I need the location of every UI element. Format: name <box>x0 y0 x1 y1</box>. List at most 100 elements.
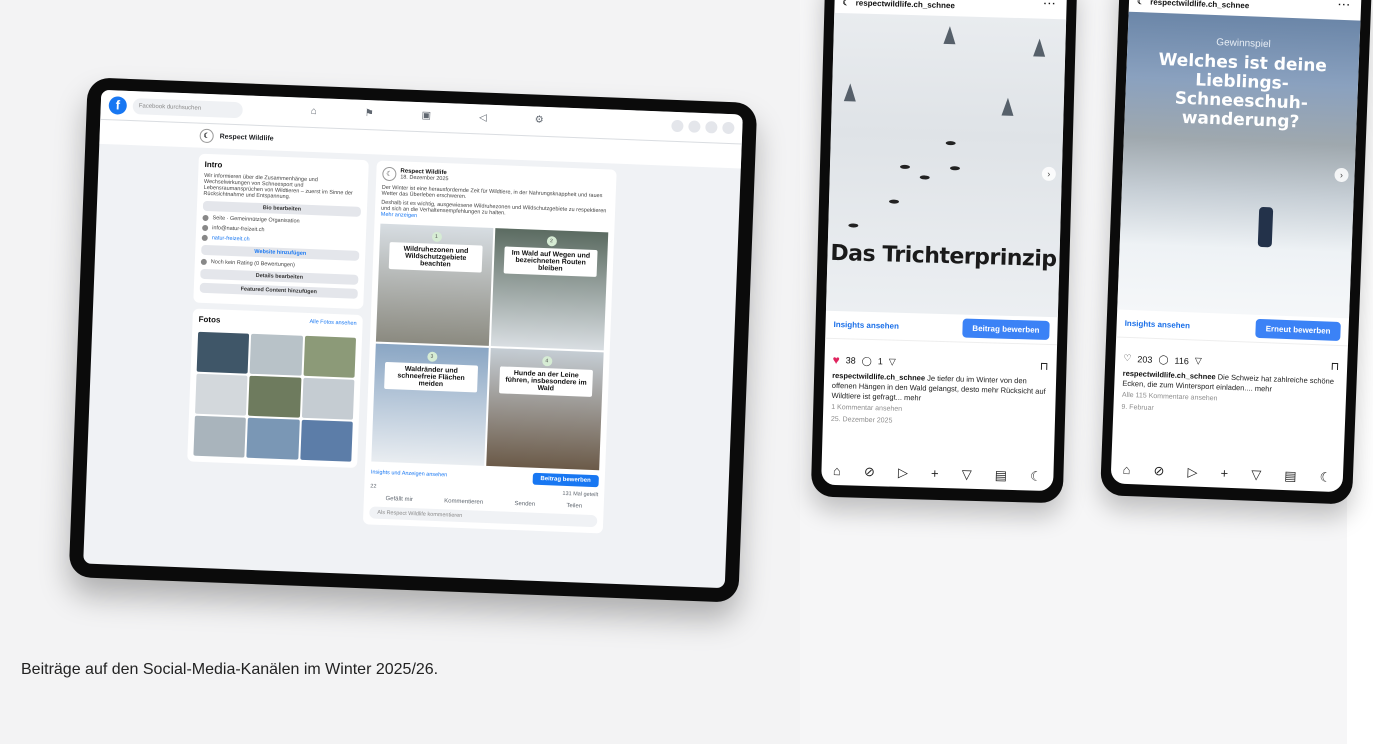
more-icon[interactable]: ··· <box>1043 0 1056 10</box>
like-button[interactable]: Gefällt mir <box>385 496 413 503</box>
explore-icon[interactable]: ⊘ <box>1153 463 1164 479</box>
star-icon <box>200 258 207 266</box>
heart-icon[interactable]: ♡ <box>1123 353 1131 364</box>
post-tile[interactable]: 4 Hunde an der Leine führen, insbesonder… <box>486 347 604 471</box>
send-button[interactable]: Senden <box>514 501 535 508</box>
reels-icon[interactable]: ▷ <box>898 465 908 481</box>
tree-shape <box>1033 38 1046 57</box>
tile-number: 3 <box>426 351 438 362</box>
email-text[interactable]: info@natur-freizeit.ch <box>212 225 265 233</box>
messenger-icon[interactable] <box>688 120 701 133</box>
bookmark-icon[interactable]: ⊓ <box>1040 359 1049 372</box>
photo-thumb[interactable] <box>303 335 357 378</box>
edit-bio-button[interactable]: Bio bearbeiten <box>202 200 362 217</box>
phone-device-2: ☾ respectwildlife.ch_schnee ··· Gewinnsp… <box>1100 0 1372 505</box>
ig-post-image[interactable]: › Das Trichterprinzip <box>825 12 1067 318</box>
photo-thumb[interactable] <box>196 331 250 374</box>
home-icon[interactable]: ⌂ <box>1122 462 1130 478</box>
tile-label: Wildruhezonen und Wildschutzgebiete beac… <box>388 242 483 273</box>
photo-thumb[interactable] <box>195 373 248 416</box>
menu-icon[interactable] <box>671 119 684 133</box>
more-icon[interactable]: ··· <box>1338 0 1351 11</box>
send-icon[interactable]: ▽ <box>1251 467 1262 483</box>
tile-number: 4 <box>541 355 552 367</box>
intro-text: Wir informieren über die Zusammenhänge u… <box>203 172 353 201</box>
tile-label: Hunde an der Leine führen, insbesondere … <box>499 366 593 397</box>
send-icon[interactable]: ▽ <box>889 356 896 367</box>
animal-mark <box>919 175 930 180</box>
comment-input[interactable]: Als Respect Wildlife kommentieren <box>369 506 598 528</box>
comment-icon[interactable]: ◯ <box>1158 354 1168 365</box>
comment-count[interactable]: 116 <box>1174 355 1189 366</box>
website-link[interactable]: natur-freizeit.ch <box>212 235 250 242</box>
share-button[interactable]: Teilen <box>566 503 582 510</box>
account-name[interactable]: respectwildlife.ch_schnee <box>856 0 955 10</box>
left-column: Intro Wir informieren über die Zusammenh… <box>187 153 369 474</box>
ig-bottom-nav: ⌂ ⊘ ▷ + ▽ ▤ ☾ <box>821 463 1053 485</box>
post-tile[interactable]: 2 Im Wald auf Wegen und bezeichneten Rou… <box>490 228 609 351</box>
explore-icon[interactable]: ⊘ <box>864 464 875 480</box>
animal-mark <box>945 141 956 146</box>
page-logo-icon: ☾ <box>199 128 214 144</box>
boost-post-button[interactable]: Beitrag bewerben <box>962 318 1050 340</box>
video-icon[interactable]: ▣ <box>421 110 431 121</box>
tree-shape <box>1001 97 1014 116</box>
profile-icon[interactable]: ☾ <box>1030 469 1042 485</box>
next-chevron-icon[interactable]: › <box>1041 166 1057 182</box>
send-icon[interactable]: ▽ <box>961 467 972 483</box>
page-name[interactable]: Respect Wildlife <box>220 133 274 142</box>
profile-icon[interactable]: ☾ <box>1319 469 1331 485</box>
share-count[interactable]: 131 Mal geteilt <box>562 491 598 498</box>
insights-icon[interactable]: ▤ <box>995 468 1008 484</box>
photo-thumb[interactable] <box>248 375 302 418</box>
photo-thumb[interactable] <box>299 419 353 462</box>
facebook-search-input[interactable]: Facebook durchsuchen <box>132 97 244 118</box>
animal-mark <box>899 164 911 170</box>
boost-post-button[interactable]: Beitrag bewerben <box>532 472 599 488</box>
comment-icon[interactable]: ◯ <box>862 355 872 366</box>
insights-link[interactable]: Insights ansehen <box>833 320 899 331</box>
next-chevron-icon[interactable]: › <box>1334 167 1349 183</box>
insights-link[interactable]: Insights und Anzeigen ansehen <box>371 469 448 478</box>
account-avatar-icon[interactable]: ☾ <box>842 0 849 7</box>
flag-icon[interactable]: ⚑ <box>364 108 373 119</box>
add-website-button[interactable]: Website hinzufügen <box>201 244 360 261</box>
profile-avatar[interactable] <box>722 121 735 135</box>
add-icon[interactable]: + <box>931 466 939 482</box>
insights-link[interactable]: Insights ansehen <box>1125 319 1191 331</box>
featured-content-button[interactable]: Featured Content hinzufügen <box>199 282 358 299</box>
facebook-screen: f Facebook durchsuchen ⌂ ⚑ ▣ ◁ ⚙ ☾ Respe… <box>83 89 743 589</box>
post-date: 18. Dezember 2025 <box>400 174 449 183</box>
boost-again-button[interactable]: Erneut bewerben <box>1255 318 1341 342</box>
all-photos-link[interactable]: Alle Fotos ansehen <box>309 319 356 334</box>
heart-filled-icon[interactable]: ♥ <box>832 353 840 367</box>
home-icon[interactable]: ⌂ <box>310 106 316 117</box>
intro-title: Intro <box>204 159 223 170</box>
like-count[interactable]: 203 <box>1137 354 1152 365</box>
facebook-logo-icon[interactable]: f <box>108 95 128 115</box>
comment-count[interactable]: 1 <box>878 356 883 366</box>
tile-label: Waldränder und schneefreie Flächen meide… <box>384 361 479 393</box>
home-icon[interactable]: ⌂ <box>833 463 841 479</box>
settings-icon[interactable]: ⚙ <box>534 115 543 126</box>
ig-post-image[interactable]: Gewinnspiel Welches ist deine Lieblings-… <box>1117 11 1361 319</box>
megaphone-icon[interactable]: ◁ <box>479 112 487 123</box>
account-avatar-icon[interactable]: ☾ <box>1137 0 1145 6</box>
photo-thumb[interactable] <box>193 415 247 458</box>
insights-icon[interactable]: ▤ <box>1284 468 1297 484</box>
reaction-count[interactable]: 22 <box>370 483 376 489</box>
comment-button[interactable]: Kommentieren <box>444 498 483 505</box>
bell-icon[interactable] <box>705 121 718 134</box>
post-tile[interactable]: 3 Waldränder und schneefreie Flächen mei… <box>371 343 489 466</box>
account-name[interactable]: respectwildlife.ch_schnee <box>1150 0 1249 10</box>
like-count[interactable]: 38 <box>846 355 856 365</box>
edit-details-button[interactable]: Details bearbeiten <box>200 268 359 285</box>
send-icon[interactable]: ▽ <box>1195 356 1202 367</box>
add-icon[interactable]: + <box>1220 466 1228 482</box>
post-tile[interactable]: 1 Wildruhezonen und Wildschutzgebiete be… <box>375 223 494 346</box>
photo-thumb[interactable] <box>249 333 303 376</box>
reels-icon[interactable]: ▷ <box>1187 464 1198 480</box>
photo-thumb[interactable] <box>246 417 300 460</box>
bookmark-icon[interactable]: ⊓ <box>1330 360 1339 373</box>
photo-thumb[interactable] <box>301 377 355 420</box>
